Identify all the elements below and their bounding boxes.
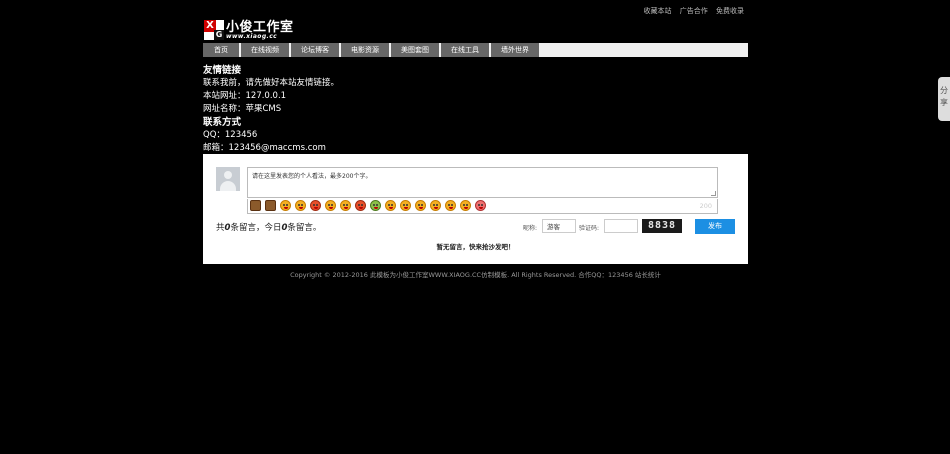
captcha-label: 验证码: bbox=[579, 225, 600, 232]
emoji-face-icon[interactable] bbox=[475, 200, 486, 211]
emoji-face-icon[interactable] bbox=[340, 200, 351, 211]
site-logo[interactable]: X G 小俊工作室 www.xiaog.cc bbox=[204, 20, 294, 40]
top-links: 收藏本站 广告合作 免费收录 bbox=[638, 6, 744, 16]
emoji-face-icon[interactable] bbox=[400, 200, 411, 211]
user-icon bbox=[224, 171, 232, 179]
ad-cooperation-link[interactable]: 广告合作 bbox=[680, 7, 708, 15]
emoji-heart-icon[interactable] bbox=[250, 200, 261, 211]
emoji-face-icon[interactable] bbox=[295, 200, 306, 211]
share-tab[interactable]: 分 享 bbox=[938, 77, 950, 121]
footer: Copyright © 2012-2016 此模板为小俊工作室WWW.XIAOG… bbox=[290, 271, 661, 279]
emoji-face-icon[interactable] bbox=[445, 200, 456, 211]
avatar bbox=[216, 167, 240, 191]
emoji-face-icon[interactable] bbox=[325, 200, 336, 211]
main-nav: 首页 在线视频 论坛博客 电影资源 美图套图 在线工具 墙外世界 bbox=[203, 43, 748, 57]
emoji-face-icon[interactable] bbox=[385, 200, 396, 211]
nav-outside-world[interactable]: 墙外世界 bbox=[491, 43, 539, 57]
contact-heading: 联系方式 bbox=[203, 117, 242, 128]
nav-online-video[interactable]: 在线视频 bbox=[241, 43, 289, 57]
nav-home[interactable]: 首页 bbox=[203, 43, 239, 57]
emoji-bar: 200 bbox=[247, 199, 718, 214]
contact-qq: QQ：123456 bbox=[203, 130, 258, 140]
char-limit: 200 bbox=[699, 202, 712, 210]
captcha-input[interactable] bbox=[604, 219, 638, 233]
emoji-face-icon[interactable] bbox=[460, 200, 471, 211]
emoji-face-icon[interactable] bbox=[415, 200, 426, 211]
nav-photo-sets[interactable]: 美图套图 bbox=[391, 43, 439, 57]
free-submit-link[interactable]: 免费收录 bbox=[716, 7, 744, 15]
submit-button[interactable]: 发布 bbox=[695, 219, 735, 234]
comment-input[interactable]: 请在这里发表您的个人看法，最多200个字。 bbox=[247, 167, 718, 198]
friend-links-line: 本站网址：127.0.0.1 bbox=[203, 91, 287, 101]
logo-url: www.xiaog.cc bbox=[226, 32, 278, 40]
logo-icon: X G bbox=[204, 20, 224, 40]
emoji-face-icon[interactable] bbox=[430, 200, 441, 211]
captcha-image[interactable]: 8838 bbox=[642, 219, 682, 233]
nav-movie-resources[interactable]: 电影资源 bbox=[341, 43, 389, 57]
nav-online-tools[interactable]: 在线工具 bbox=[441, 43, 489, 57]
emoji-face-icon[interactable] bbox=[370, 200, 381, 211]
info-section: 友情链接 联系我前，请先做好本站友情链接。 本站网址：127.0.0.1 网址名… bbox=[203, 64, 339, 155]
comment-box: 请在这里发表您的个人看法，最多200个字。 200 共0条留言，今日0条留言。 … bbox=[203, 154, 748, 264]
comment-placeholder: 请在这里发表您的个人看法，最多200个字。 bbox=[252, 173, 372, 180]
friend-links-line: 联系我前，请先做好本站友情链接。 bbox=[203, 78, 340, 88]
comment-count: 共0条留言，今日0条留言。 bbox=[216, 223, 322, 233]
nickname-input[interactable]: 游客 bbox=[542, 219, 576, 233]
emoji-hat-icon[interactable] bbox=[265, 200, 276, 211]
nav-forum-blog[interactable]: 论坛博客 bbox=[291, 43, 339, 57]
bookmark-link[interactable]: 收藏本站 bbox=[644, 7, 672, 15]
friend-links-line: 网址名称：苹果CMS bbox=[203, 104, 282, 114]
friend-links-heading: 友情链接 bbox=[203, 65, 242, 76]
emoji-face-icon[interactable] bbox=[280, 200, 291, 211]
emoji-face-icon[interactable] bbox=[355, 200, 366, 211]
nickname-label: 昵称: bbox=[523, 225, 538, 232]
emoji-face-icon[interactable] bbox=[310, 200, 321, 211]
empty-message: 暂无留言，快来抢沙发吧！ bbox=[436, 243, 515, 251]
resize-handle-icon[interactable] bbox=[711, 191, 716, 196]
logo-title: 小俊工作室 bbox=[226, 19, 294, 35]
